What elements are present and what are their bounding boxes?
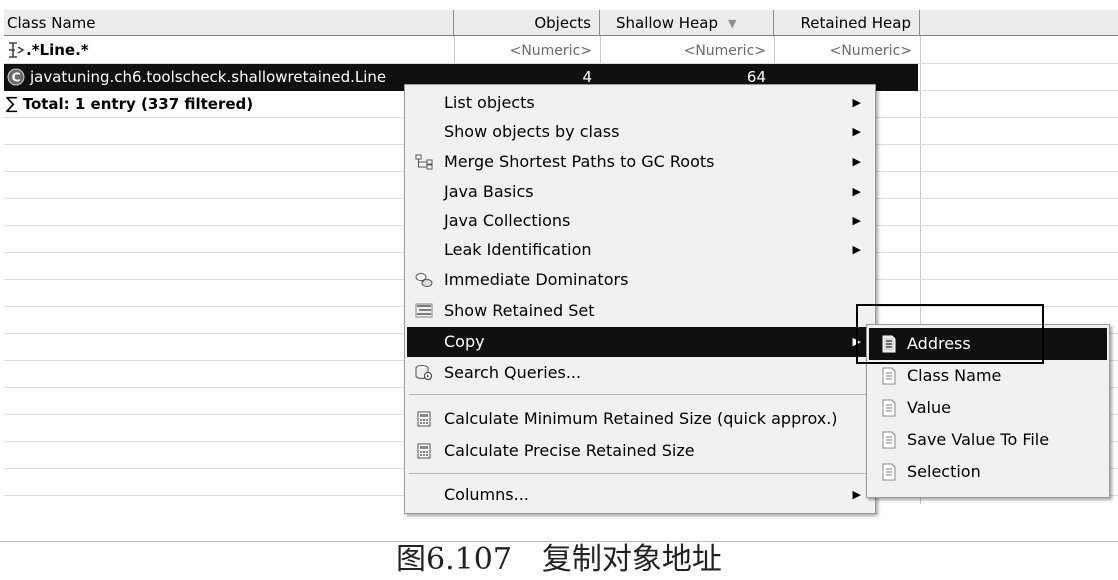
context-menu: List objects ▶ Show objects by class ▶ M… [404,84,876,514]
menu-item-label: Show objects by class [444,122,620,141]
submenu-arrow-icon: ▶ [852,96,861,109]
menu-item-immediate-dominators[interactable]: Immediate Dominators [407,265,873,295]
name-filter-value: .*Line.* [26,41,89,59]
filter-row[interactable]: .*Line.* <Numeric> <Numeric> <Numeric> [4,37,1118,64]
submenu-item-class-name[interactable]: Class Name [869,360,1107,392]
submenu-arrow-icon: ▶ [852,155,861,168]
search-queries-icon [415,365,432,380]
retained-set-icon [415,303,433,318]
menu-item-label: Java Basics [444,182,534,201]
copy-document-icon [882,463,896,481]
menu-item-java-basics[interactable]: Java Basics ▶ [407,177,873,207]
menu-item-show-retained-set[interactable]: Show Retained Set [407,296,873,326]
sort-descending-icon: ▼ [728,17,737,30]
menu-item-label: Copy [444,332,485,351]
total-cell: ∑ Total: 1 entry (337 filtered) [6,91,454,118]
menu-item-calculate-precise-retained-size[interactable]: Calculate Precise Retained Size [407,436,873,466]
numeric-placeholder: <Numeric> [829,43,912,59]
submenu-item-value[interactable]: Value [869,392,1107,424]
column-header-retained-heap[interactable]: Retained Heap [774,10,920,36]
menu-item-label: Show Retained Set [444,301,595,320]
class-name-cell[interactable]: C javatuning.ch6.toolscheck.shallowretai… [6,64,454,91]
shallow-filter-cell[interactable]: <Numeric> [600,37,774,64]
numeric-placeholder: <Numeric> [509,43,592,59]
menu-item-columns[interactable]: Columns... ▶ [407,480,873,510]
menu-item-search-queries[interactable]: Search Queries... [407,358,873,388]
menu-item-show-objects-by-class[interactable]: Show objects by class ▶ [407,117,873,147]
regex-filter-icon [9,42,25,58]
numeric-placeholder: <Numeric> [683,43,766,59]
submenu-item-save-value-to-file[interactable]: Save Value To File [869,424,1107,456]
menu-item-label: Search Queries... [444,363,582,382]
submenu-item-label: Class Name [907,366,1002,385]
class-name-text: javatuning.ch6.toolscheck.shallowretaine… [30,68,387,86]
submenu-item-label: Save Value To File [907,430,1050,449]
submenu-arrow-icon: ▶ [852,488,861,501]
class-icon: C [7,68,25,86]
menu-item-calculate-minimum-retained-size[interactable]: Calculate Minimum Retained Size (quick a… [407,404,873,434]
menu-item-merge-shortest-paths[interactable]: Merge Shortest Paths to GC Roots ▶ [407,147,873,177]
column-header-label: Objects [534,14,591,32]
menu-item-label: Columns... [444,485,529,504]
menu-item-label: Merge Shortest Paths to GC Roots [444,152,715,171]
menu-item-label: Immediate Dominators [444,270,629,289]
copy-document-icon [882,367,896,385]
submenu-arrow-icon: ▶ [852,214,861,227]
submenu-item-label: Value [907,398,951,417]
menu-item-label: List objects [444,93,535,112]
column-header-label: Class Name [7,14,96,32]
menu-item-label: Calculate Precise Retained Size [444,441,695,460]
copy-document-icon [882,399,896,417]
copy-document-icon [882,431,896,449]
total-label: Total: 1 entry (337 filtered) [22,95,254,113]
submenu-item-selection[interactable]: Selection [869,456,1107,488]
column-header-filler [920,10,1118,36]
submenu-arrow-icon: ▶ [852,243,861,256]
submenu-arrow-icon: ▶ [852,185,861,198]
callout-highlight-box [856,304,1044,364]
retained-filter-cell[interactable]: <Numeric> [774,37,920,64]
menu-item-label: Java Collections [444,211,571,230]
submenu-arrow-icon: ▶ [852,125,861,138]
menu-separator [409,473,871,474]
menu-separator [409,394,871,395]
submenu-item-label: Selection [907,462,981,481]
figure-caption: 图6.107 复制对象地址 [396,542,722,577]
sum-icon: ∑ [6,94,18,114]
menu-item-label: Leak Identification [444,240,592,259]
menu-item-java-collections[interactable]: Java Collections ▶ [407,206,873,236]
name-filter-cell[interactable]: .*Line.* [6,37,454,64]
tree-paths-icon [415,154,433,170]
calculator-icon [417,411,431,427]
column-header-shallow-heap[interactable]: Shallow Heap ▼ [600,10,774,36]
dominators-icon [415,273,433,287]
objects-filter-cell[interactable]: <Numeric> [454,37,600,64]
svg-text:C: C [12,71,21,85]
column-header-label: Shallow Heap [616,14,718,32]
menu-item-label: Calculate Minimum Retained Size (quick a… [444,409,838,428]
column-header-label: Retained Heap [800,14,911,32]
column-header-class-name[interactable]: Class Name [4,10,454,36]
menu-item-copy[interactable]: Copy ▶ [407,327,873,357]
menu-item-leak-identification[interactable]: Leak Identification ▶ [407,235,873,265]
calculator-icon [417,443,431,459]
menu-item-list-objects[interactable]: List objects ▶ [407,88,873,118]
column-header-objects[interactable]: Objects [454,10,600,36]
